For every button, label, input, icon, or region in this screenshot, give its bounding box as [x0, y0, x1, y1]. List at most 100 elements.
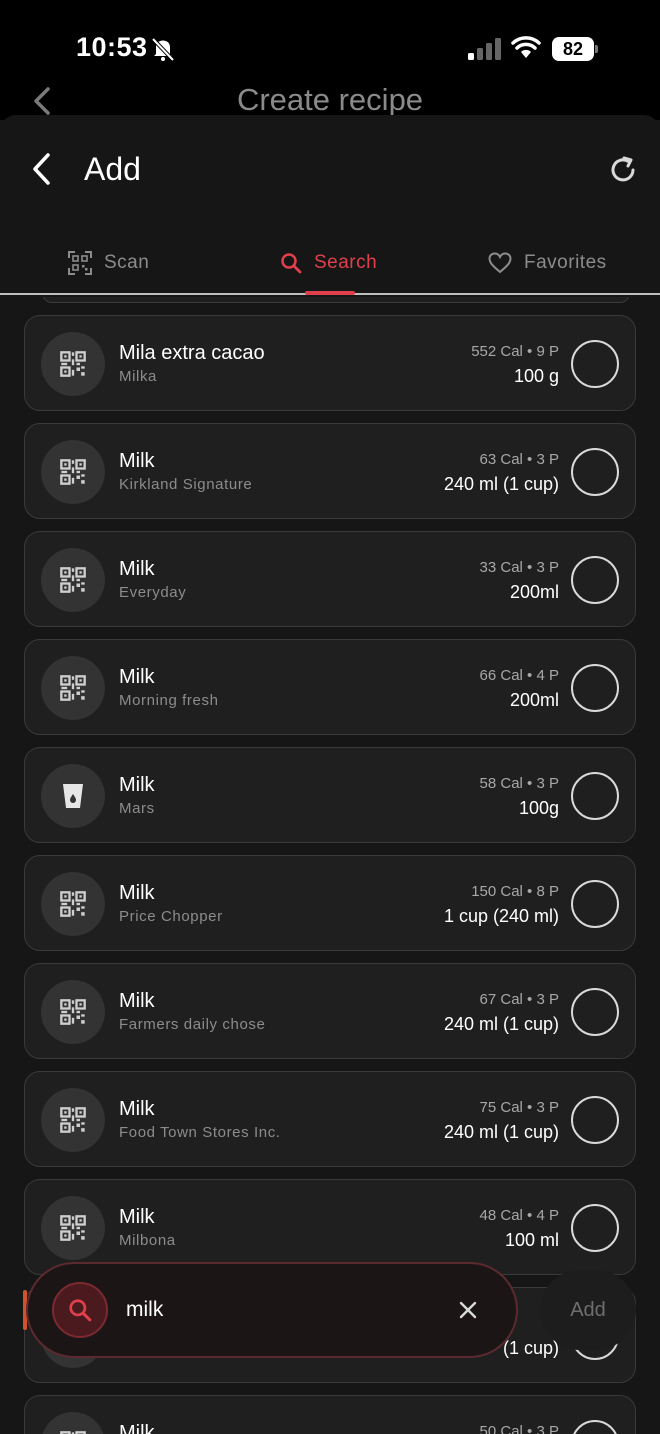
select-checkbox[interactable]: [571, 772, 619, 820]
food-calories-protein: 552 Cal • 9 P: [471, 343, 559, 360]
select-checkbox[interactable]: [571, 1096, 619, 1144]
select-checkbox[interactable]: [571, 988, 619, 1036]
food-serving: 200ml: [509, 690, 559, 710]
search-bar: [26, 1262, 518, 1358]
add-button[interactable]: Add: [540, 1270, 636, 1350]
qr-code-icon: [41, 548, 105, 612]
food-list-item[interactable]: Milk Milbona 48 Cal • 4 P 100 ml: [24, 1179, 636, 1275]
qr-scan-icon: [68, 251, 92, 275]
food-calories-protein: 63 Cal • 3 P: [479, 451, 559, 468]
food-serving: 200ml: [509, 582, 559, 602]
food-list-item[interactable]: Milk Food Town Stores Inc. 75 Cal • 3 P 240…: [24, 1071, 636, 1167]
food-name: Milk: [119, 1098, 155, 1120]
qr-code-icon: [41, 1412, 105, 1434]
wifi-icon: [511, 36, 541, 58]
background-page-header: Create recipe: [0, 80, 660, 120]
tab-favorites[interactable]: Favorites: [488, 243, 607, 283]
cellular-signal-icon: [468, 38, 501, 60]
food-list-item[interactable]: Milk Mars 58 Cal • 3 P 100g: [24, 747, 636, 843]
qr-code-icon: [41, 1088, 105, 1152]
food-brand: Price Chopper: [119, 908, 223, 925]
food-brand: Morning fresh: [119, 692, 219, 709]
food-calories-protein: 67 Cal • 3 P: [479, 991, 559, 1008]
food-brand: Everyday: [119, 584, 187, 601]
close-icon[interactable]: [456, 1298, 480, 1322]
background-page-title: Create recipe: [236, 82, 424, 117]
select-checkbox[interactable]: [571, 448, 619, 496]
food-brand: Kirkland Signature: [119, 476, 253, 493]
food-name: Milk: [119, 558, 155, 580]
food-serving: 100 ml: [504, 1230, 559, 1250]
food-serving: 240 ml (1 cup): [443, 474, 559, 494]
food-calories-protein: 50 Cal • 3 P: [479, 1423, 559, 1434]
tab-scan-label: Scan: [104, 252, 150, 273]
food-calories-protein: 75 Cal • 3 P: [479, 1099, 559, 1116]
food-serving: 100g: [518, 798, 559, 818]
food-list-item[interactable]: Milk Kirkland Signature 63 Cal • 3 P 240 ml…: [24, 423, 636, 519]
food-list-item[interactable]: Milk Farmers daily chose 67 Cal • 3 P 240 m…: [24, 963, 636, 1059]
food-serving: 1 cup (240 ml): [443, 906, 559, 926]
food-list-item[interactable]: Mila extra cacao Milka 552 Cal • 9 P 100 g: [24, 315, 636, 411]
food-serving: 100 g: [513, 366, 559, 386]
tab-search[interactable]: Search: [280, 243, 377, 283]
food-name: Milk: [119, 1206, 155, 1228]
heart-icon: [488, 252, 512, 274]
qr-code-icon: [41, 980, 105, 1044]
food-brand: Farmers daily chose: [119, 1016, 266, 1033]
qr-code-icon: [41, 1196, 105, 1260]
qr-code-icon: [41, 332, 105, 396]
food-list-item[interactable]: Milk Morning fresh 66 Cal • 4 P 200ml: [24, 639, 636, 735]
food-name: Milk: [119, 990, 155, 1012]
food-brand: Mars: [119, 800, 155, 817]
select-checkbox[interactable]: [571, 1420, 619, 1434]
back-button[interactable]: [28, 151, 56, 187]
add-food-sheet: Add Scan Search Favorites Mila extra cac…: [0, 115, 660, 1434]
food-serving: 240 ml (1 cup): [443, 1122, 559, 1142]
food-brand: Milka: [119, 368, 158, 385]
food-name: Milk: [119, 774, 155, 796]
food-name: Milk: [119, 1422, 155, 1434]
tab-scan[interactable]: Scan: [68, 243, 149, 283]
food-serving: 240 ml (1 cup): [443, 1014, 559, 1034]
search-icon: [281, 253, 302, 274]
active-tab-indicator: [305, 291, 355, 295]
food-calories-protein: 66 Cal • 4 P: [479, 667, 559, 684]
tab-bar: Scan Search Favorites: [0, 235, 660, 295]
food-name: Milk: [119, 666, 155, 688]
refresh-icon[interactable]: [608, 155, 638, 185]
sheet-header: Add: [0, 115, 660, 225]
food-calories-protein: 150 Cal • 8 P: [471, 883, 559, 900]
milk-glass-icon: [41, 764, 105, 828]
battery-level: 82: [552, 37, 594, 61]
select-checkbox[interactable]: [571, 556, 619, 604]
search-icon[interactable]: [52, 1282, 108, 1338]
food-serving: (1 cup): [502, 1338, 559, 1358]
food-list-item[interactable]: Milk Price Chopper 150 Cal • 8 P 1 cup (240…: [24, 855, 636, 951]
search-input[interactable]: [126, 1292, 426, 1328]
food-calories-protein: 58 Cal • 3 P: [479, 775, 559, 792]
food-calories-protein: 48 Cal • 4 P: [479, 1207, 559, 1224]
select-checkbox[interactable]: [571, 880, 619, 928]
food-brand: Milbona: [119, 1232, 176, 1249]
tab-search-label: Search: [314, 252, 378, 273]
food-name: Mila extra cacao: [119, 342, 265, 364]
food-list-item[interactable]: Milk Everyday 33 Cal • 3 P 200ml: [24, 531, 636, 627]
select-checkbox[interactable]: [571, 1204, 619, 1252]
food-calories-protein: 33 Cal • 3 P: [479, 559, 559, 576]
list-item-partial: [42, 297, 630, 303]
select-checkbox[interactable]: [571, 340, 619, 388]
qr-code-icon: [41, 440, 105, 504]
food-brand: Food Town Stores Inc.: [119, 1124, 281, 1141]
tab-favorites-label: Favorites: [524, 252, 607, 273]
status-bar: 10:53 82: [0, 0, 660, 80]
battery-icon: 82: [552, 37, 598, 61]
food-name: Milk: [119, 882, 155, 904]
bell-muted-icon: [151, 37, 175, 62]
status-time: 10:53: [76, 32, 148, 62]
sheet-title: Add: [84, 151, 141, 187]
select-checkbox[interactable]: [571, 664, 619, 712]
food-name: Milk: [119, 450, 155, 472]
qr-code-icon: [41, 656, 105, 720]
qr-code-icon: [41, 872, 105, 936]
food-list-item[interactable]: Milk 50 Cal • 3 P: [24, 1395, 636, 1434]
